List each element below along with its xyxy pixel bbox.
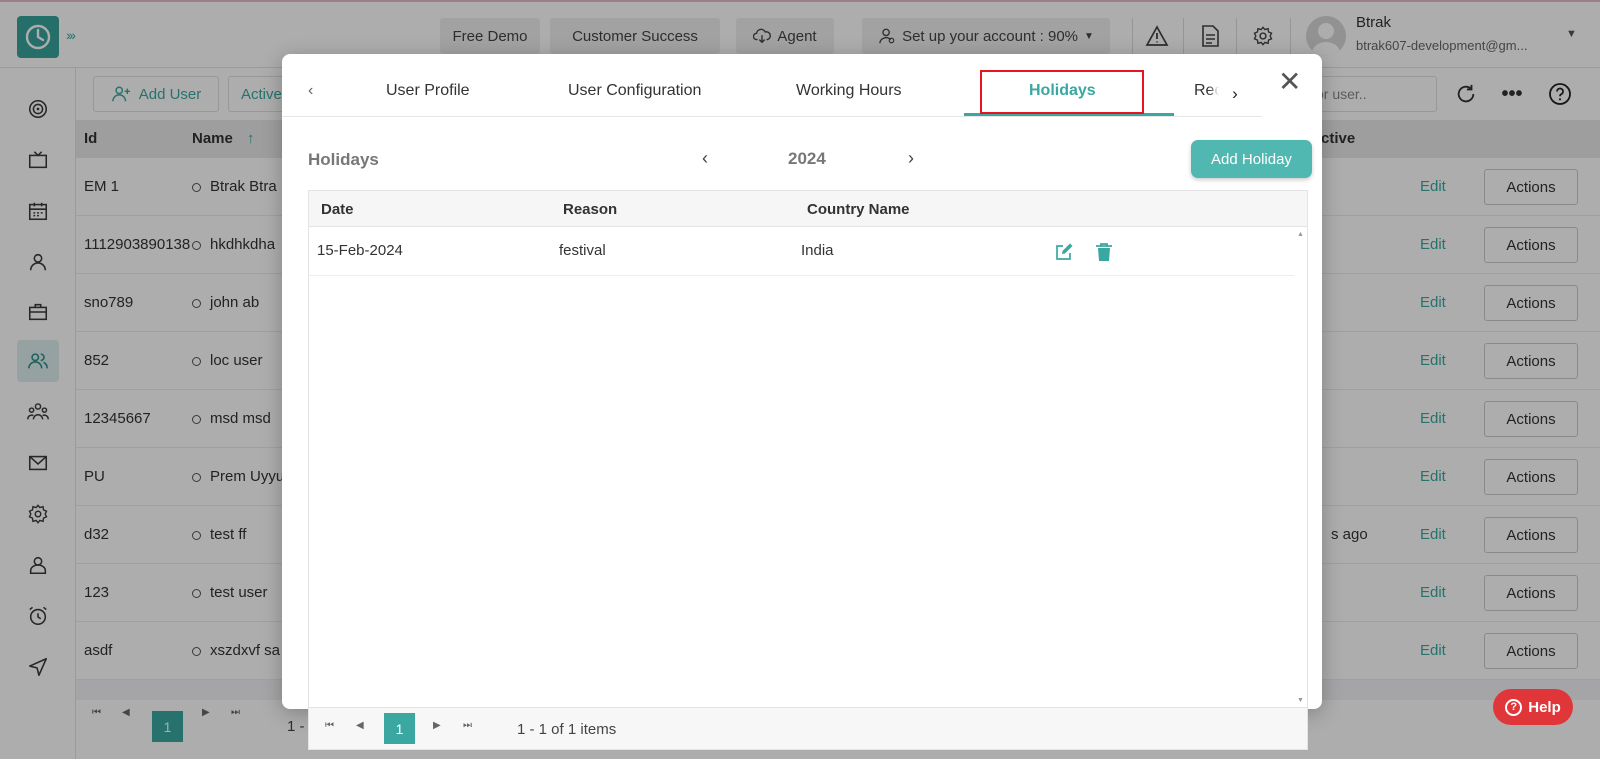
tab-scroll-right-icon[interactable]: › [1220, 76, 1250, 112]
page-number-button[interactable]: 1 [384, 713, 415, 744]
holidays-grid: Date Reason Country Name 15-Feb-2024 fes… [308, 190, 1308, 750]
first-page-icon[interactable]: ⏮ [325, 720, 334, 731]
column-header-reason[interactable]: Reason [563, 201, 617, 218]
prev-page-icon[interactable]: ◀ [356, 720, 364, 731]
holidays-grid-header: Date Reason Country Name [309, 191, 1307, 227]
pager-info: 1 - 1 of 1 items [517, 721, 617, 738]
close-icon[interactable]: ✕ [1278, 68, 1301, 96]
question-icon: ? [1505, 698, 1523, 716]
next-year-icon[interactable]: › [908, 148, 914, 169]
tab-user-configuration[interactable]: User Configuration [568, 82, 701, 100]
help-button[interactable]: ? Help [1493, 689, 1573, 725]
holidays-grid-pager: ⏮ ◀ 1 ▶ ⏭ 1 - 1 of 1 items [309, 707, 1307, 749]
tab-working-hours[interactable]: Working Hours [796, 82, 902, 100]
last-page-icon[interactable]: ⏭ [463, 720, 472, 731]
holiday-country: India [801, 242, 834, 259]
help-label: Help [1528, 698, 1561, 716]
tab-user-profile[interactable]: User Profile [386, 82, 470, 100]
section-title: Holidays [308, 150, 379, 169]
next-page-icon[interactable]: ▶ [433, 720, 441, 731]
scroll-down-icon[interactable]: ▼ [1297, 697, 1304, 704]
holiday-reason: festival [559, 242, 606, 259]
holidays-tab-highlight [980, 70, 1144, 114]
holiday-date: 15-Feb-2024 [317, 242, 403, 259]
column-header-date[interactable]: Date [321, 201, 354, 218]
add-holiday-button[interactable]: Add Holiday [1191, 140, 1312, 178]
table-row: 15-Feb-2024 festival India [309, 227, 1294, 276]
tab-scroll-left-icon[interactable]: ‹ [308, 82, 313, 100]
user-details-dialog: ‹ User Profile User Configuration Workin… [282, 54, 1322, 750]
dialog-tab-bar: ‹ User Profile User Configuration Workin… [282, 54, 1262, 117]
edit-icon[interactable] [1054, 242, 1074, 262]
prev-year-icon[interactable]: ‹ [702, 148, 708, 169]
column-header-country[interactable]: Country Name [807, 201, 910, 218]
year-label: 2024 [788, 149, 826, 168]
scroll-up-icon[interactable]: ▲ [1297, 231, 1304, 238]
delete-icon[interactable] [1095, 242, 1115, 262]
tab-rec[interactable]: Rec [1194, 82, 1222, 100]
